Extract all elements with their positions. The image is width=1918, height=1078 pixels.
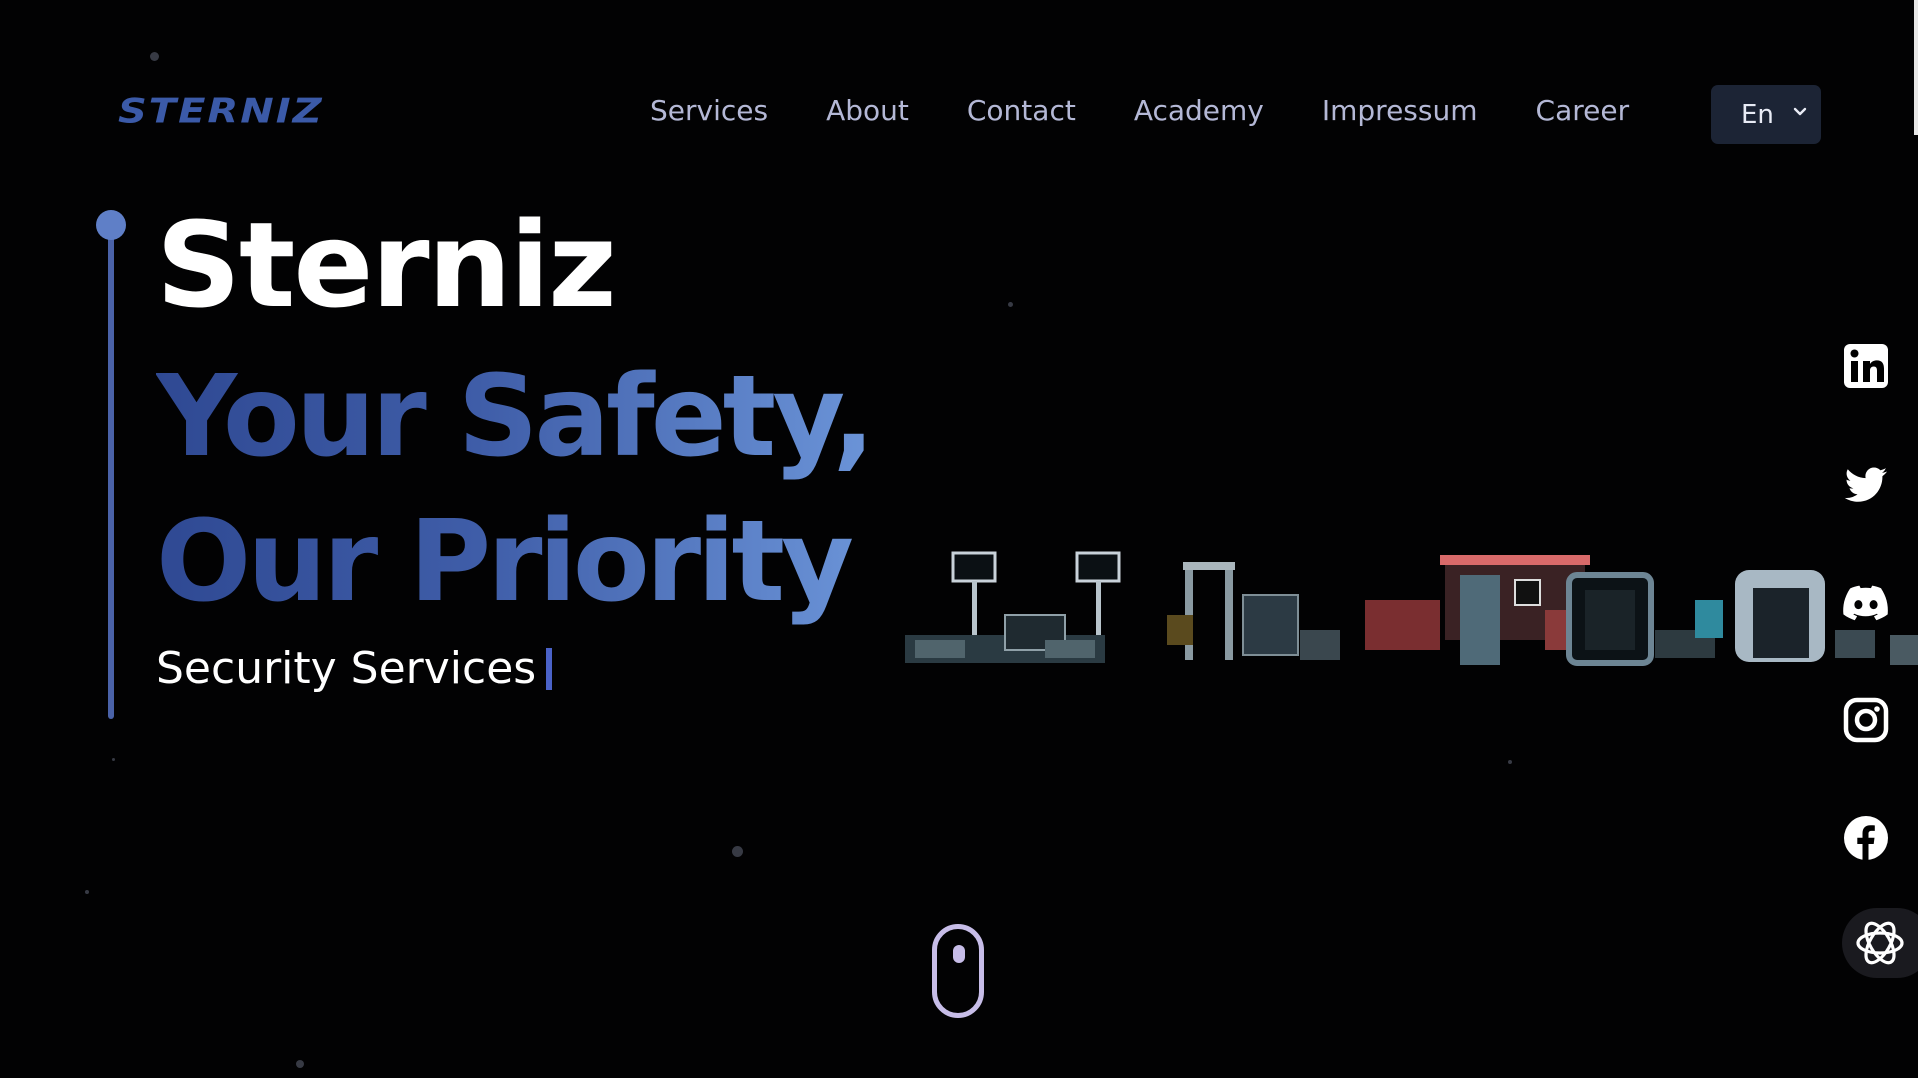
main-nav: Services About Contact Academy Impressum… [650,94,1687,127]
language-select[interactable]: En [1711,85,1821,144]
instagram-icon[interactable] [1840,694,1892,746]
openai-icon [1856,921,1904,965]
language-value: En [1741,99,1774,130]
scroll-wheel-icon [953,945,965,963]
chat-assistant-button[interactable] [1842,908,1918,978]
facebook-icon[interactable] [1840,812,1892,864]
typed-text: Security Services [156,643,553,694]
hero-title: Sterniz [156,196,617,334]
linkedin-icon[interactable] [1840,340,1892,392]
nav-link-services[interactable]: Services [650,94,768,127]
nav-link-career[interactable]: Career [1536,94,1630,127]
hero-tagline-line2: Our Priority [156,497,850,627]
nav-link-impressum[interactable]: Impressum [1322,94,1478,127]
twitter-icon[interactable] [1840,458,1892,510]
hero-tagline-line1: Your Safety, [156,352,872,482]
nav-link-contact[interactable]: Contact [967,94,1076,127]
nav-link-about[interactable]: About [826,94,909,127]
discord-icon[interactable] [1840,576,1892,628]
logo[interactable]: STERNIZ [118,92,324,131]
nav-link-academy[interactable]: Academy [1134,94,1264,127]
scroll-down-indicator[interactable] [932,924,984,1018]
hero-timeline-dot [96,210,126,240]
page: STERNIZ Services About Contact Academy I… [0,0,1918,1078]
typing-cursor [546,647,553,690]
hero-tagline: Your Safety, Our Priority [156,345,871,635]
security-equipment-illustration [905,551,1918,666]
hero-timeline-bar [108,224,114,719]
page-scrollbar[interactable] [1914,0,1918,135]
chevron-down-icon [1793,107,1807,116]
typed-text-value: Security Services [156,643,537,694]
